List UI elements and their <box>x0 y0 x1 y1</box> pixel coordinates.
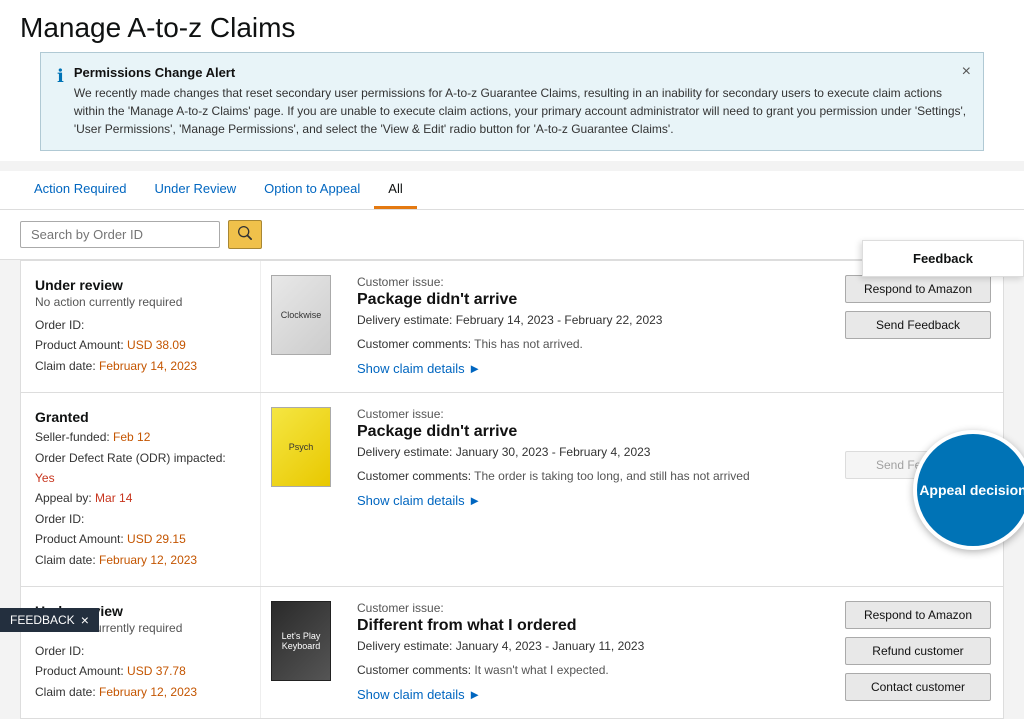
book-cover-1: Clockwise <box>271 275 331 355</box>
page-title: Manage A-to-z Claims <box>20 12 1004 44</box>
alert-banner: ℹ Permissions Change Alert We recently m… <box>40 52 984 151</box>
claim-meta: Order ID: Product Amount: USD 38.09 Clai… <box>35 315 246 376</box>
book-cover-3: Let's Play Keyboard <box>271 601 331 681</box>
claim-actions-3: Respond to Amazon Refund customer Contac… <box>833 587 1003 718</box>
alert-text: We recently made changes that reset seco… <box>74 84 967 138</box>
claim-middle-2: Customer issue: Package didn't arrive De… <box>341 393 833 586</box>
table-row: Under review No action currently require… <box>20 586 1004 719</box>
claim-left-3: Under review No action currently require… <box>21 587 261 718</box>
show-details-1[interactable]: Show claim details ► <box>357 361 817 376</box>
customer-issue-label: Customer issue: <box>357 601 817 615</box>
respond-to-amazon-button-3[interactable]: Respond to Amazon <box>845 601 991 629</box>
claim-status: Granted <box>35 409 246 425</box>
customer-issue-label: Customer issue: <box>357 275 817 289</box>
delivery-estimate: Delivery estimate: February 14, 2023 - F… <box>357 313 817 327</box>
claim-actions-2: Appeal decision Send Feedback <box>833 393 1003 586</box>
show-details-3[interactable]: Show claim details ► <box>357 687 817 702</box>
tab-all[interactable]: All <box>374 171 416 209</box>
issue-title: Package didn't arrive <box>357 291 817 309</box>
tab-under-review[interactable]: Under Review <box>141 171 251 209</box>
claim-note: No action currently required <box>35 295 246 309</box>
feedback-panel[interactable]: Feedback <box>862 240 1024 277</box>
issue-title: Package didn't arrive <box>357 423 817 441</box>
delivery-estimate: Delivery estimate: January 30, 2023 - Fe… <box>357 445 817 459</box>
appeal-decision-circle[interactable]: Appeal decision <box>913 430 1024 550</box>
tabs-bar: Action Required Under Review Option to A… <box>0 171 1024 210</box>
alert-title: Permissions Change Alert <box>74 65 967 80</box>
claim-meta: Seller-funded: Feb 12 Order Defect Rate … <box>35 427 246 570</box>
alert-close-button[interactable]: × <box>962 63 971 81</box>
search-input[interactable] <box>20 221 220 248</box>
claim-image-2: Psych <box>261 393 341 586</box>
claim-status: Under review <box>35 277 246 293</box>
claim-image-1: Clockwise <box>261 261 341 392</box>
contact-customer-button[interactable]: Contact customer <box>845 673 991 701</box>
issue-title: Different from what I ordered <box>357 617 817 635</box>
delivery-estimate: Delivery estimate: January 4, 2023 - Jan… <box>357 639 817 653</box>
feedback-bar[interactable]: FEEDBACK × <box>0 608 99 632</box>
claim-left-1: Under review No action currently require… <box>21 261 261 392</box>
claim-actions-1: Respond to Amazon Send Feedback <box>833 261 1003 392</box>
respond-to-amazon-button[interactable]: Respond to Amazon <box>845 275 991 303</box>
feedback-panel-label: Feedback <box>913 251 973 266</box>
tab-option-to-appeal[interactable]: Option to Appeal <box>250 171 374 209</box>
search-icon <box>238 226 252 240</box>
table-row: Granted Seller-funded: Feb 12 Order Defe… <box>20 392 1004 586</box>
claim-middle-1: Customer issue: Package didn't arrive De… <box>341 261 833 392</box>
customer-comments: Customer comments: This has not arrived. <box>357 337 817 351</box>
show-details-2[interactable]: Show claim details ► <box>357 493 817 508</box>
alert-content: Permissions Change Alert We recently mad… <box>74 65 967 138</box>
claim-middle-3: Customer issue: Different from what I or… <box>341 587 833 718</box>
feedback-label: FEEDBACK <box>10 613 75 627</box>
refund-customer-button[interactable]: Refund customer <box>845 637 991 665</box>
tab-action-required[interactable]: Action Required <box>20 171 141 209</box>
claim-left-2: Granted Seller-funded: Feb 12 Order Defe… <box>21 393 261 586</box>
customer-issue-label: Customer issue: <box>357 407 817 421</box>
info-icon: ℹ <box>57 66 64 87</box>
feedback-close-button[interactable]: × <box>81 612 89 628</box>
table-row: Under review No action currently require… <box>20 260 1004 392</box>
customer-comments: Customer comments: The order is taking t… <box>357 469 817 483</box>
claim-meta: Order ID: Product Amount: USD 37.78 Clai… <box>35 641 246 702</box>
page-wrapper: Manage A-to-z Claims ℹ Permissions Chang… <box>0 0 1024 719</box>
book-cover-2: Psych <box>271 407 331 487</box>
send-feedback-button[interactable]: Send Feedback <box>845 311 991 339</box>
search-button[interactable] <box>228 220 262 249</box>
customer-comments: Customer comments: It wasn't what I expe… <box>357 663 817 677</box>
claims-list: Under review No action currently require… <box>0 260 1024 719</box>
claim-image-3: Let's Play Keyboard <box>261 587 341 718</box>
